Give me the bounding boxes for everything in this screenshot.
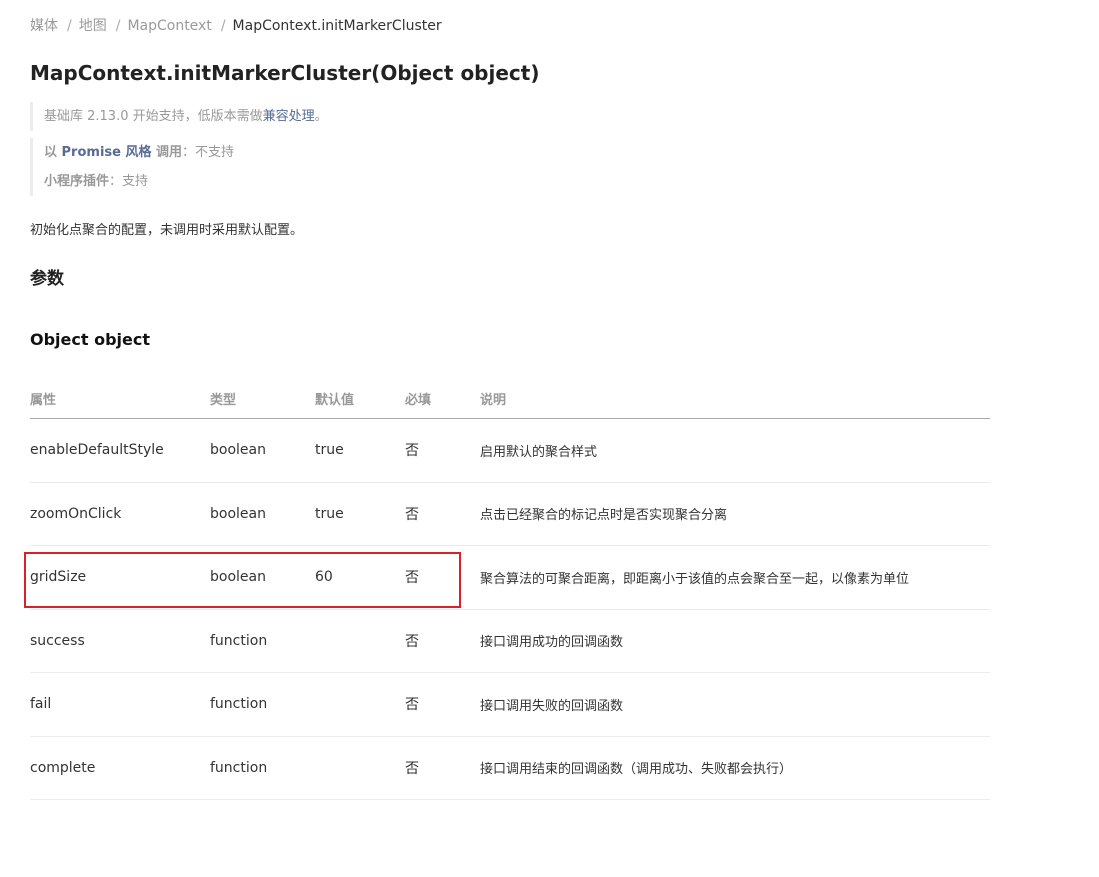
version-note: 基础库 2.13.0 开始支持，低版本需做兼容处理。 [30,102,328,131]
cell-property: complete [30,736,210,800]
section-heading-object: Object object [30,330,151,349]
cell-property: gridSize [30,545,210,610]
cell-required: 否 [405,418,480,483]
header-type: 类型 [210,378,315,419]
breadcrumb-separator: / [115,18,121,34]
breadcrumb-item-mapcontext[interactable]: MapContext [127,18,211,34]
cell-required: 否 [405,609,480,673]
plugin-label: 小程序插件 [44,174,110,189]
cell-type: boolean [210,482,315,546]
header-default: 默认值 [315,378,405,419]
version-note-suffix: 。 [314,109,328,124]
header-required: 必填 [405,378,480,419]
cell-type: function [210,672,315,737]
cell-description: 接口调用成功的回调函数 [480,609,990,673]
breadcrumb-separator: / [220,18,226,34]
cell-default: true [315,418,405,483]
cell-type: function [210,736,315,800]
cell-default: true [315,482,405,546]
cell-required: 否 [405,736,480,800]
cell-description: 启用默认的聚合样式 [480,418,990,483]
version-note-text: 基础库 2.13.0 开始支持，低版本需做 [44,109,263,124]
breadcrumb-item-media[interactable]: 媒体 [30,18,58,34]
promise-prefix: 以 [44,145,62,160]
support-note: 以 Promise 风格 调用：不支持 小程序插件：支持 [30,138,234,196]
cell-default [315,672,405,737]
breadcrumb-separator: / [67,18,72,34]
plugin-support-value: ：支持 [109,174,149,189]
promise-call-label: 调用 [151,145,183,160]
cell-property: enableDefaultStyle [30,418,210,483]
api-description: 初始化点聚合的配置，未调用时采用默认配置。 [30,223,304,238]
section-heading-params: 参数 [30,269,64,289]
header-description: 说明 [480,378,990,419]
cell-type: function [210,609,315,673]
cell-type: boolean [210,545,315,610]
promise-support-value: ：不支持 [182,145,235,160]
promise-style-link[interactable]: Promise 风格 [62,145,152,160]
promise-support-line: 以 Promise 风格 调用：不支持 [44,138,234,167]
cell-default: 60 [315,545,405,610]
table-row: success function 否 接口调用成功的回调函数 [30,609,990,673]
table-header-row: 属性 类型 默认值 必填 说明 [30,378,990,419]
header-property: 属性 [30,378,210,419]
cell-default [315,736,405,800]
cell-description: 点击已经聚合的标记点时是否实现聚合分离 [480,482,990,546]
cell-required: 否 [405,672,480,737]
cell-required: 否 [405,482,480,546]
cell-property: fail [30,672,210,737]
breadcrumb: 媒体 / 地图 / MapContext / MapContext.initMarkerCl… [30,16,442,36]
cell-property: zoomOnClick [30,482,210,546]
cell-property: success [30,609,210,673]
plugin-support-line: 小程序插件：支持 [44,167,234,196]
cell-default [315,609,405,673]
table-row: complete function 否 接口调用结束的回调函数（调用成功、失败都… [30,736,990,800]
compat-link[interactable]: 兼容处理 [263,109,315,124]
breadcrumb-item-current: MapContext.initMarkerCluster [232,18,442,34]
cell-description: 接口调用结束的回调函数（调用成功、失败都会执行） [480,736,990,800]
table-row: gridSize boolean 60 否 聚合算法的可聚合距离，即距离小于该值… [30,545,990,610]
cell-required: 否 [405,545,480,610]
table-row: fail function 否 接口调用失败的回调函数 [30,672,990,737]
cell-description: 接口调用失败的回调函数 [480,672,990,737]
cell-type: boolean [210,418,315,483]
table-row: zoomOnClick boolean true 否 点击已经聚合的标记点时是否… [30,482,990,546]
params-table: 属性 类型 默认值 必填 说明 enableDefaultStyle boole… [30,378,990,800]
page-title: MapContext.initMarkerCluster(Object obje… [30,61,540,85]
table-row: enableDefaultStyle boolean true 否 启用默认的聚… [30,418,990,483]
breadcrumb-item-map[interactable]: 地图 [79,18,107,34]
cell-description: 聚合算法的可聚合距离，即距离小于该值的点会聚合至一起，以像素为单位 [480,545,990,610]
